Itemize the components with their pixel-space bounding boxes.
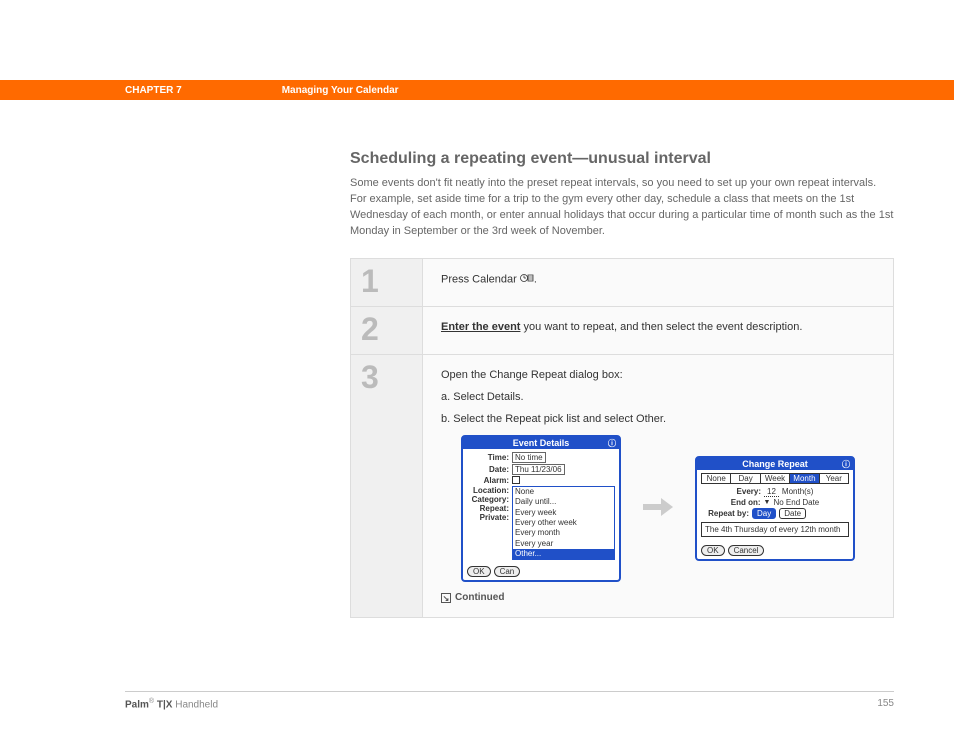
- tab-day: Day: [731, 474, 760, 483]
- summary-message: The 4th Thursday of every 12th month: [701, 522, 849, 538]
- ok-button: OK: [467, 566, 491, 577]
- interval-tabs: None Day Week Month Year: [701, 473, 849, 484]
- location-label: Location:: [467, 486, 509, 495]
- chapter-title: Managing Your Calendar: [282, 85, 399, 96]
- cancel-button: Cancel: [728, 545, 765, 556]
- step-1: 1 Press Calendar .: [351, 259, 893, 307]
- step3-sub-a: a. Select Details.: [441, 391, 875, 403]
- step-body: Open the Change Repeat dialog box: a. Se…: [423, 355, 893, 618]
- tab-week: Week: [761, 474, 790, 483]
- picklist-option: Daily until...: [513, 497, 614, 507]
- endon-label: End on:: [731, 498, 761, 507]
- arrow-right-icon: [641, 495, 675, 522]
- private-label: Private:: [467, 513, 509, 522]
- alarm-label: Alarm:: [467, 476, 509, 485]
- endon-value: No End Date: [773, 498, 819, 507]
- step-num-cell: 3: [351, 355, 423, 618]
- event-details-dialog: Event Detailsⓘ Time:No time Date:Thu 11/…: [461, 435, 621, 583]
- main-content: Scheduling a repeating event—unusual int…: [350, 150, 894, 618]
- date-label: Date:: [467, 465, 509, 474]
- section-intro: Some events don't fit neatly into the pr…: [350, 176, 894, 240]
- dialog-title: Change Repeatⓘ: [697, 458, 853, 470]
- every-value: 12: [764, 487, 779, 497]
- repeatby-day: Day: [752, 508, 776, 519]
- cancel-button: Can: [494, 566, 521, 577]
- chapter-label: CHAPTER 7: [125, 85, 182, 96]
- date-value: Thu 11/23/06: [512, 464, 565, 475]
- change-repeat-dialog: Change Repeatⓘ None Day Week Month Year …: [695, 456, 855, 562]
- step-num-cell: 2: [351, 307, 423, 354]
- step-body: Enter the event you want to repeat, and …: [423, 307, 893, 354]
- info-icon: ⓘ: [842, 459, 850, 470]
- steps-container: 1 Press Calendar . 2 Enter the event you…: [350, 258, 894, 619]
- picklist-option: None: [513, 487, 614, 497]
- dropdown-icon: ▼: [764, 499, 771, 506]
- dialog-buttons: OK Cancel: [697, 543, 853, 559]
- repeat-label: Repeat:: [467, 504, 509, 513]
- step-number: 3: [361, 361, 379, 393]
- picklist-option: Every year: [513, 539, 614, 549]
- picklist-option-selected: Other...: [513, 549, 614, 559]
- step-number: 1: [361, 265, 379, 297]
- repeatby-label: Repeat by:: [701, 509, 749, 518]
- info-icon: ⓘ: [608, 438, 616, 449]
- page-footer: Palm® T|X Handheld 155: [125, 691, 894, 710]
- dialog-body: None Day Week Month Year Every: 12 Month…: [697, 470, 853, 544]
- continued-arrow-icon: ↘: [441, 593, 451, 603]
- enter-event-link[interactable]: Enter the event: [441, 321, 520, 333]
- step-number: 2: [361, 313, 379, 345]
- repeat-picklist: None Daily until... Every week Every oth…: [512, 486, 615, 561]
- time-label: Time:: [467, 453, 509, 462]
- dialog-title: Event Detailsⓘ: [463, 437, 619, 449]
- step-num-cell: 1: [351, 259, 423, 306]
- screenshots-row: Event Detailsⓘ Time:No time Date:Thu 11/…: [441, 435, 875, 583]
- tab-none: None: [702, 474, 731, 483]
- category-label: Category:: [467, 495, 509, 504]
- step1-text-b: .: [534, 273, 537, 285]
- every-unit: Month(s): [782, 487, 814, 496]
- repeatby-date: Date: [779, 508, 806, 519]
- every-label: Every:: [737, 487, 761, 496]
- step3-sub-b: b. Select the Repeat pick list and selec…: [441, 413, 875, 425]
- continued-indicator: ↘Continued: [441, 592, 875, 603]
- chapter-header: CHAPTER 7 Managing Your Calendar: [0, 80, 954, 100]
- step2-text: you want to repeat, and then select the …: [520, 321, 802, 333]
- time-value: No time: [512, 452, 546, 463]
- dialog-buttons: OK Can: [463, 564, 619, 580]
- footer-brand: Palm® T|X Handheld: [125, 698, 218, 710]
- tab-year: Year: [820, 474, 848, 483]
- picklist-option: Every week: [513, 508, 614, 518]
- tab-month: Month: [790, 474, 819, 483]
- picklist-option: Every other week: [513, 518, 614, 528]
- step1-text-a: Press Calendar: [441, 273, 520, 285]
- step3-intro: Open the Change Repeat dialog box:: [441, 369, 875, 381]
- calendar-icon: [520, 273, 534, 286]
- dialog-body: Time:No time Date:Thu 11/23/06 Alarm: Lo…: [463, 449, 619, 565]
- page-number: 155: [877, 698, 894, 710]
- step-2: 2 Enter the event you want to repeat, an…: [351, 307, 893, 355]
- alarm-checkbox: [512, 476, 520, 484]
- section-heading: Scheduling a repeating event—unusual int…: [350, 150, 894, 168]
- step-3: 3 Open the Change Repeat dialog box: a. …: [351, 355, 893, 618]
- ok-button: OK: [701, 545, 725, 556]
- picklist-option: Every month: [513, 528, 614, 538]
- step-body: Press Calendar .: [423, 259, 893, 306]
